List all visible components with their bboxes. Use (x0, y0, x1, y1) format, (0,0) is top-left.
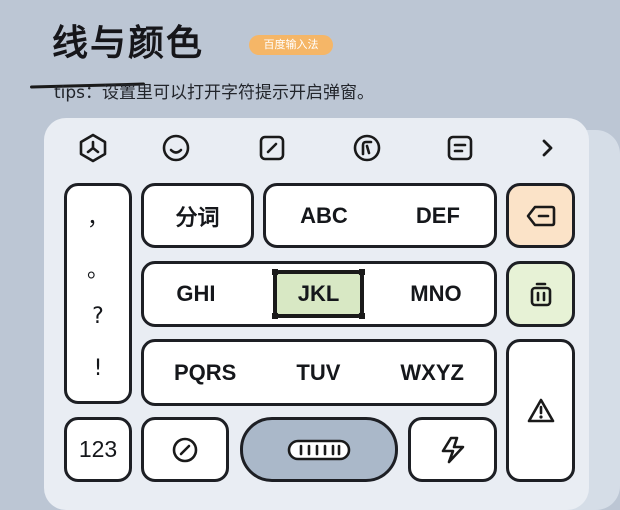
jkl-highlight[interactable]: JKL (272, 269, 365, 319)
page-title: 线与颜色 (52, 23, 205, 64)
brand-badge: 百度输入法 (249, 35, 333, 55)
lightning-icon (441, 436, 464, 463)
trash-icon (530, 282, 551, 307)
clear-key[interactable] (506, 261, 575, 327)
slash-circle-icon (172, 437, 198, 462)
punct-exclamation[interactable]: ! (67, 356, 129, 381)
jkl-corner (272, 313, 278, 319)
tuv-label: TUV (296, 359, 341, 385)
emoji-switch-key[interactable] (141, 417, 229, 482)
punct-period[interactable]: 。 (67, 252, 129, 284)
tip-text: tips：设置里可以打开字符提示开启弹窗。 (54, 83, 375, 103)
pqrs-label: PQRS (174, 359, 237, 385)
punct-comma[interactable]: ， (67, 200, 129, 232)
edit-square-icon[interactable] (255, 131, 289, 165)
abc-label: ABC (300, 202, 348, 228)
warning-triangle-icon (527, 398, 554, 422)
mno-label: MNO (410, 281, 462, 306)
quick-action-key[interactable] (408, 417, 497, 482)
clipboard-icon[interactable] (443, 131, 477, 165)
space-key[interactable] (240, 417, 398, 482)
hexagon-logo-icon[interactable] (76, 131, 110, 165)
ghi-label: GHI (176, 281, 216, 306)
jkl-label: JKL (297, 281, 340, 306)
fenci-label: 分词 (175, 205, 220, 231)
punct-question[interactable]: ? (67, 304, 129, 329)
chevron-right-icon[interactable] (530, 131, 564, 165)
abc-def-key[interactable]: ABC DEF (263, 183, 497, 248)
backspace-key[interactable] (506, 183, 575, 248)
def-label: DEF (415, 202, 460, 228)
wxyz-label: WXYZ (400, 359, 464, 385)
cursor-circle-icon[interactable] (350, 131, 384, 165)
emoji-smile-icon[interactable] (159, 131, 193, 165)
jkl-corner (359, 313, 365, 319)
number-mode-label: 123 (78, 436, 118, 462)
space-bar-icon (287, 439, 351, 460)
punctuation-column[interactable]: ， 。 ? ! (64, 183, 132, 404)
enter-key[interactable] (506, 339, 575, 482)
jkl-corner (272, 269, 278, 275)
jkl-corner (359, 269, 365, 275)
number-mode-key[interactable]: 123 (64, 417, 132, 482)
pqrs-tuv-wxyz-key[interactable]: PQRS TUV WXYZ (141, 339, 497, 406)
fenci-key[interactable]: 分词 (141, 183, 254, 248)
backspace-icon (526, 205, 555, 226)
